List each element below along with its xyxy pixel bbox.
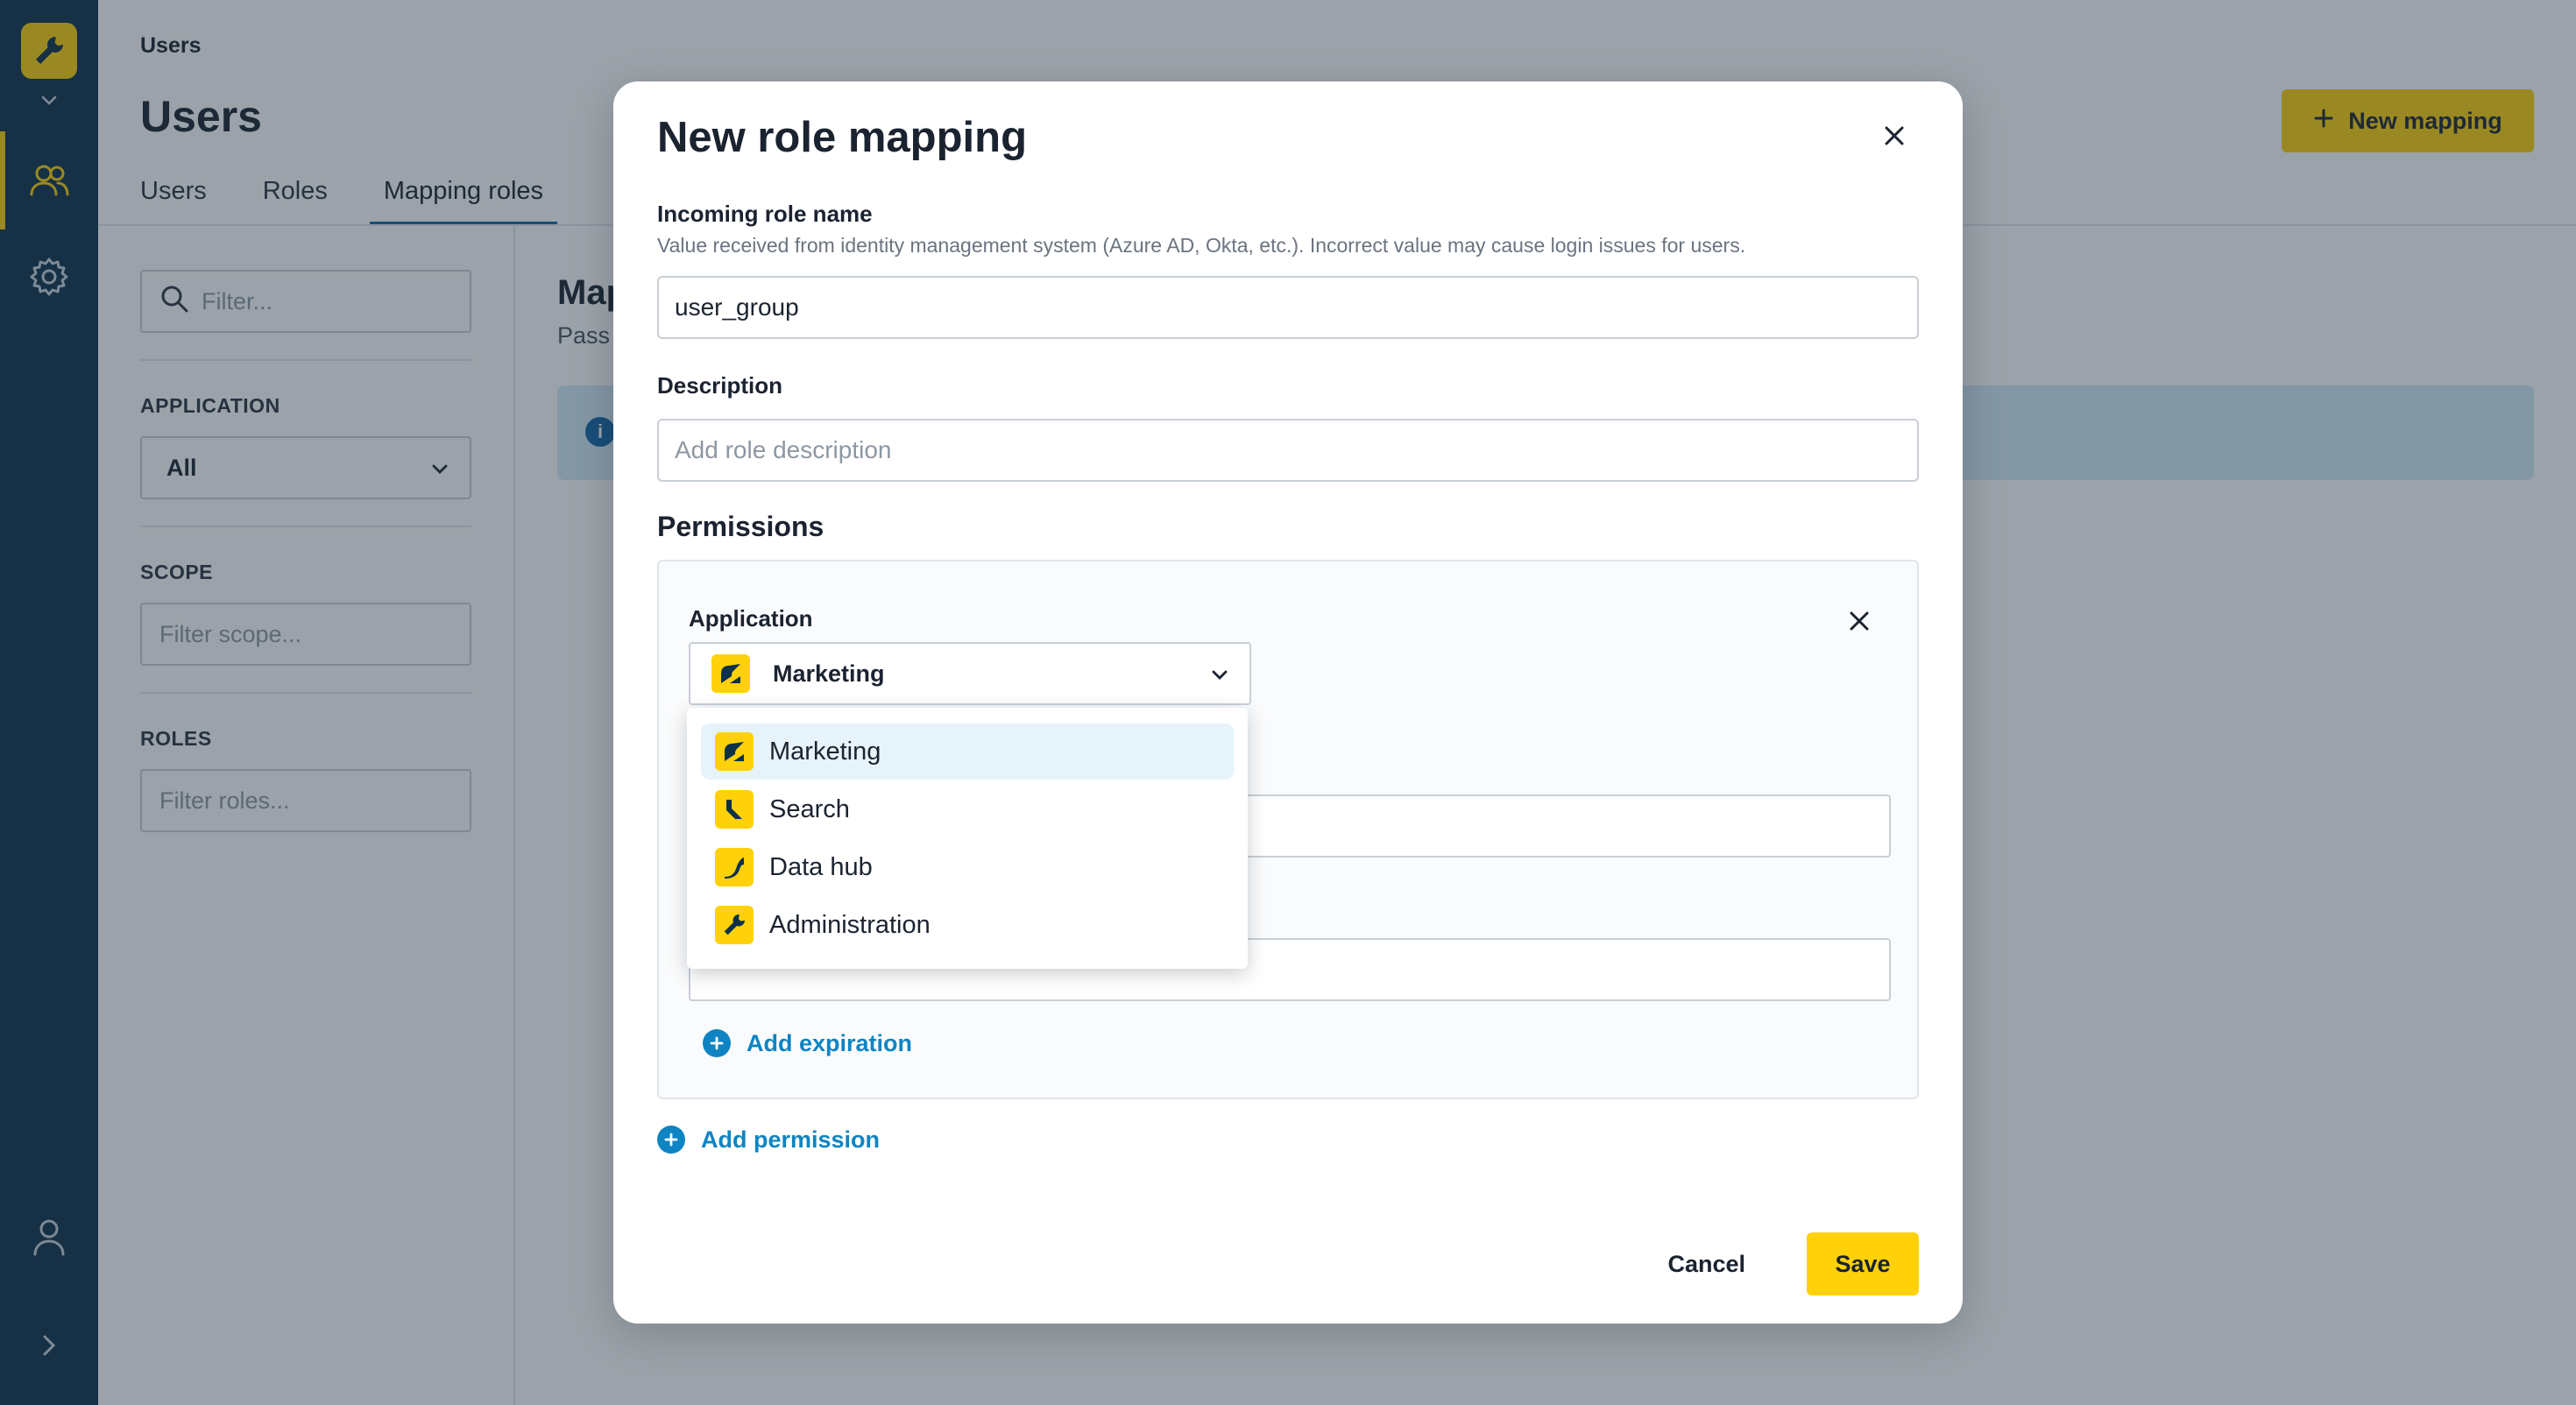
incoming-role-help: Value received from identity management … — [657, 234, 1746, 257]
dialog-title: New role mapping — [657, 114, 1028, 161]
add-permission-label: Add permission — [701, 1126, 881, 1153]
cancel-button[interactable]: Cancel — [1652, 1232, 1761, 1296]
dropdown-option-data-hub[interactable]: Data hub — [701, 839, 1234, 895]
new-role-mapping-dialog: New role mapping Incoming role name Valu… — [613, 81, 1963, 1324]
description-label: Description — [657, 372, 783, 399]
data-hub-app-icon — [715, 848, 754, 886]
search-app-icon — [715, 790, 754, 829]
application-label: Application — [689, 605, 813, 632]
permissions-title: Permissions — [657, 511, 824, 542]
marketing-app-icon — [715, 732, 754, 771]
wrench-icon — [715, 906, 754, 944]
plus-circle-icon — [703, 1029, 731, 1057]
application-dropdown-menu: Marketing Search Data hub Administration — [687, 708, 1248, 969]
dropdown-option-marketing[interactable]: Marketing — [701, 724, 1234, 780]
add-expiration-label: Add expiration — [747, 1029, 913, 1056]
add-expiration-button[interactable]: Add expiration — [703, 1029, 912, 1057]
marketing-app-icon — [711, 654, 750, 693]
save-button[interactable]: Save — [1807, 1232, 1919, 1296]
dropdown-option-label: Data hub — [769, 852, 873, 881]
dropdown-option-label: Search — [769, 794, 850, 823]
dropdown-option-administration[interactable]: Administration — [701, 897, 1234, 953]
add-permission-button[interactable]: Add permission — [657, 1126, 880, 1154]
incoming-role-input[interactable] — [657, 276, 1919, 339]
incoming-role-label: Incoming role name — [657, 201, 873, 227]
dropdown-option-label: Administration — [769, 910, 931, 939]
remove-permission-icon[interactable] — [1840, 602, 1879, 640]
dropdown-option-search[interactable]: Search — [701, 781, 1234, 837]
description-input[interactable] — [657, 419, 1919, 482]
plus-circle-icon — [657, 1126, 685, 1154]
chevron-down-icon — [1211, 660, 1228, 688]
close-icon[interactable] — [1870, 111, 1919, 160]
application-select[interactable]: Marketing — [689, 642, 1251, 705]
dropdown-option-label: Marketing — [769, 737, 881, 766]
application-selected-value: Marketing — [773, 660, 885, 687]
